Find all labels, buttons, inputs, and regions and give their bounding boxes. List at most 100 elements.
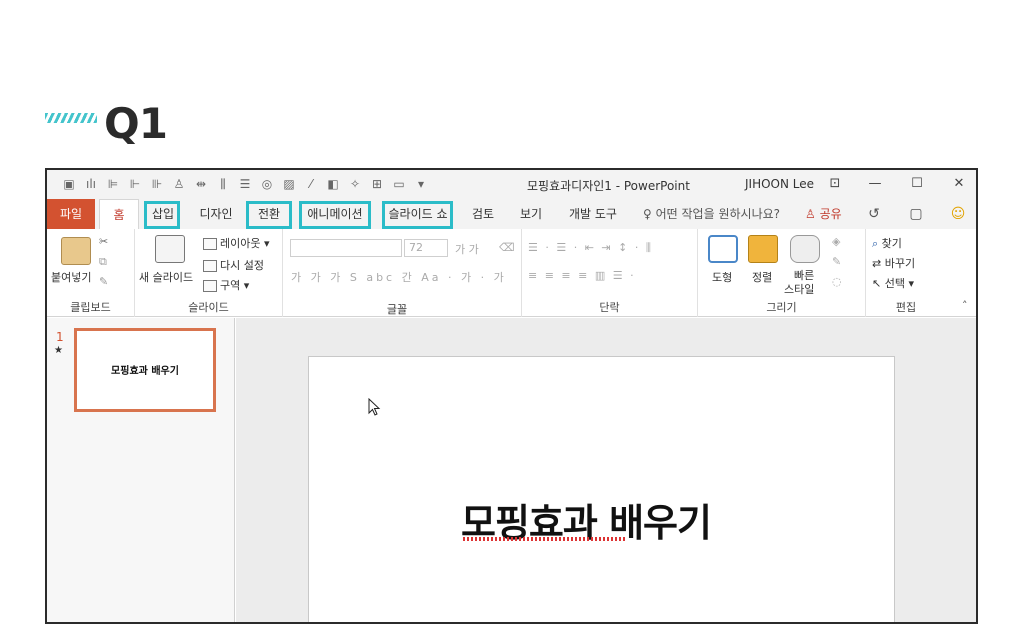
effects-icon[interactable]: ◌ bbox=[832, 275, 842, 288]
layout-icon bbox=[203, 238, 217, 250]
distribute-icon[interactable]: ⇹ bbox=[193, 176, 209, 192]
table-icon[interactable]: ⊞ bbox=[369, 176, 385, 192]
chart-icon[interactable]: ılı bbox=[83, 176, 99, 192]
find-button[interactable]: ⌕ 찾기 bbox=[872, 235, 902, 251]
section-button[interactable]: 구역 ▾ bbox=[203, 277, 249, 293]
clipboard-label: 클립보드 bbox=[70, 301, 111, 314]
picture-icon[interactable]: ▨ bbox=[281, 176, 297, 192]
align-icons[interactable]: ≡ ≡ ≡ ≡ ▥ ☰ · bbox=[528, 269, 636, 282]
replace-icon: ⇄ bbox=[872, 257, 882, 270]
document-title: 모핑효과디자인1 - PowerPoint bbox=[527, 179, 690, 193]
slide-canvas[interactable] bbox=[308, 356, 895, 622]
layout-button[interactable]: 레이아웃 ▾ bbox=[203, 235, 270, 251]
quick-styles-icon[interactable] bbox=[790, 235, 820, 263]
share-label: 공유 bbox=[819, 207, 842, 221]
screen-icon[interactable]: ▭ bbox=[391, 176, 407, 192]
person-icon: ♙ bbox=[805, 207, 816, 221]
new-slide-icon[interactable] bbox=[155, 235, 185, 263]
paste-icon[interactable] bbox=[61, 237, 91, 265]
clear-format-icon[interactable]: ⌫ bbox=[499, 241, 515, 254]
leaf-icon[interactable]: ✧ bbox=[347, 176, 363, 192]
quick-styles-line2[interactable]: 스타일 bbox=[784, 281, 814, 297]
shapes-button[interactable]: 도형 bbox=[712, 269, 732, 285]
mouse-cursor-icon bbox=[368, 398, 381, 416]
pointer-icon: ↖ bbox=[872, 277, 882, 290]
group-paragraph: ☰ · ☰ · ⇤ ⇥ ↕ · ⫼ ≡ ≡ ≡ ≡ ▥ ☰ · 단락 bbox=[522, 229, 698, 317]
tab-developer[interactable]: 개발 도구 bbox=[561, 199, 625, 229]
outline-icon[interactable]: ✎ bbox=[832, 255, 841, 268]
tab-review[interactable]: 검토 bbox=[465, 199, 501, 229]
group-slides: 새 슬라이드 레이아웃 ▾ 다시 설정 구역 ▾ 슬라이드 bbox=[135, 229, 283, 317]
section-icon bbox=[203, 280, 217, 292]
lightbulb-icon: ♀ bbox=[643, 207, 652, 221]
replace-button[interactable]: ⇄ 바꾸기 bbox=[872, 255, 915, 271]
columns-icon[interactable]: ⫼ bbox=[215, 176, 231, 192]
tab-file[interactable]: 파일 bbox=[47, 199, 95, 229]
history-icon[interactable]: ↺ bbox=[865, 206, 883, 222]
reset-button[interactable]: 다시 설정 bbox=[203, 257, 264, 273]
tell-me-box[interactable]: ♀ 어떤 작업을 원하시나요? bbox=[643, 199, 780, 229]
slides-label: 슬라이드 bbox=[188, 301, 229, 314]
ribbon-tabs: 파일 홈 삽입 디자인 전환 애니메이션 슬라이드 쇼 검토 보기 개발 도구 … bbox=[47, 199, 976, 229]
new-slide-button[interactable]: 새 슬라이드 bbox=[139, 269, 193, 285]
align-icon[interactable]: ⊫ bbox=[105, 176, 121, 192]
drawing-label: 그리기 bbox=[766, 301, 797, 314]
minimize-button[interactable]: — bbox=[863, 174, 887, 194]
fill-icon[interactable]: ◈ bbox=[832, 235, 840, 248]
tab-design[interactable]: 디자인 bbox=[193, 199, 239, 229]
slide-thumbnail[interactable]: 모핑효과 배우기 bbox=[74, 328, 216, 412]
list-icons[interactable]: ☰ · ☰ · ⇤ ⇥ ↕ · ⫼ bbox=[528, 241, 653, 255]
format-painter-icon[interactable]: ✎ bbox=[99, 275, 108, 288]
slide-number: 1 bbox=[56, 330, 64, 344]
layout-label: 레이아웃 ▾ bbox=[220, 237, 270, 250]
arrange-button[interactable]: 정렬 bbox=[752, 269, 772, 285]
copy-icon[interactable]: ⧉ bbox=[99, 255, 107, 269]
maximize-button[interactable]: ☐ bbox=[905, 174, 929, 194]
user-name[interactable]: JIHOON Lee bbox=[745, 177, 814, 191]
brush-icon[interactable]: ⁄ bbox=[303, 176, 319, 192]
group-drawing: 도형 정렬 빠른 스타일 ◈ ✎ ◌ 그리기 bbox=[698, 229, 866, 317]
tell-me-text: 어떤 작업을 원하시나요? bbox=[655, 207, 781, 221]
search-icon: ⌕ bbox=[872, 237, 879, 250]
font-label: 글꼴 bbox=[386, 303, 408, 316]
font-style-icons[interactable]: 가 가 가 S abc 간 Aa · 가 · 가 bbox=[291, 269, 507, 285]
align-left-icon[interactable]: ⊩ bbox=[127, 176, 143, 192]
highlight-transitions bbox=[246, 201, 292, 229]
share-button[interactable]: ♙ 공유 bbox=[805, 199, 842, 229]
group-editing: ⌕ 찾기 ⇄ 바꾸기 ↖ 선택 ▾ 편집 ˄ bbox=[866, 229, 976, 317]
highlight-animations bbox=[299, 201, 371, 229]
comment-icon[interactable]: ▢ bbox=[907, 206, 925, 222]
save-icon[interactable]: ▣ bbox=[61, 176, 77, 192]
editing-label: 편집 bbox=[895, 301, 917, 314]
paste-button[interactable]: 붙여넣기 bbox=[51, 269, 91, 285]
tab-view[interactable]: 보기 bbox=[513, 199, 549, 229]
customize-icon[interactable]: ▾ bbox=[413, 176, 429, 192]
powerpoint-window: ▣ ılı ⊫ ⊩ ⊪ ♙ ⇹ ⫼ ☰ ◎ ▨ ⁄ ◧ ✧ ⊞ ▭ ▾ 모핑효과… bbox=[45, 168, 978, 624]
font-name-box[interactable] bbox=[290, 239, 402, 257]
paragraph-label: 단락 bbox=[599, 301, 620, 314]
layout-icon[interactable]: ◧ bbox=[325, 176, 341, 192]
group-icon[interactable]: ♙ bbox=[171, 176, 187, 192]
title-bar: ▣ ılı ⊫ ⊩ ⊪ ♙ ⇹ ⫼ ☰ ◎ ▨ ⁄ ◧ ✧ ⊞ ▭ ▾ 모핑효과… bbox=[47, 170, 976, 199]
highlight-insert bbox=[144, 201, 180, 229]
lines-icon[interactable]: ☰ bbox=[237, 176, 253, 192]
shape-icon[interactable]: ◎ bbox=[259, 176, 275, 192]
reset-label: 다시 설정 bbox=[220, 259, 264, 272]
cut-icon[interactable]: ✂ bbox=[99, 235, 108, 248]
arrange-icon[interactable] bbox=[748, 235, 778, 263]
quick-access-toolbar: ▣ ılı ⊫ ⊩ ⊪ ♙ ⇹ ⫼ ☰ ◎ ▨ ⁄ ◧ ✧ ⊞ ▭ ▾ bbox=[61, 176, 429, 192]
smiley-icon[interactable]: ☺ bbox=[949, 206, 967, 222]
thumbnail-text: 모핑효과 배우기 bbox=[111, 366, 179, 377]
replace-label: 바꾸기 bbox=[884, 257, 916, 270]
font-size-box[interactable]: 72 bbox=[404, 239, 448, 257]
spellcheck-underline bbox=[463, 537, 625, 541]
select-button[interactable]: ↖ 선택 ▾ bbox=[872, 275, 914, 291]
collapse-ribbon-icon[interactable]: ˄ bbox=[962, 299, 968, 312]
grow-font-icon[interactable]: 가 가 bbox=[455, 241, 479, 257]
shapes-icon[interactable] bbox=[708, 235, 738, 263]
close-button[interactable]: ✕ bbox=[947, 174, 971, 194]
section-label: 구역 ▾ bbox=[220, 279, 250, 292]
ribbon-display-icon[interactable]: ⊡ bbox=[823, 174, 847, 194]
tab-home[interactable]: 홈 bbox=[99, 199, 139, 229]
align-right-icon[interactable]: ⊪ bbox=[149, 176, 165, 192]
